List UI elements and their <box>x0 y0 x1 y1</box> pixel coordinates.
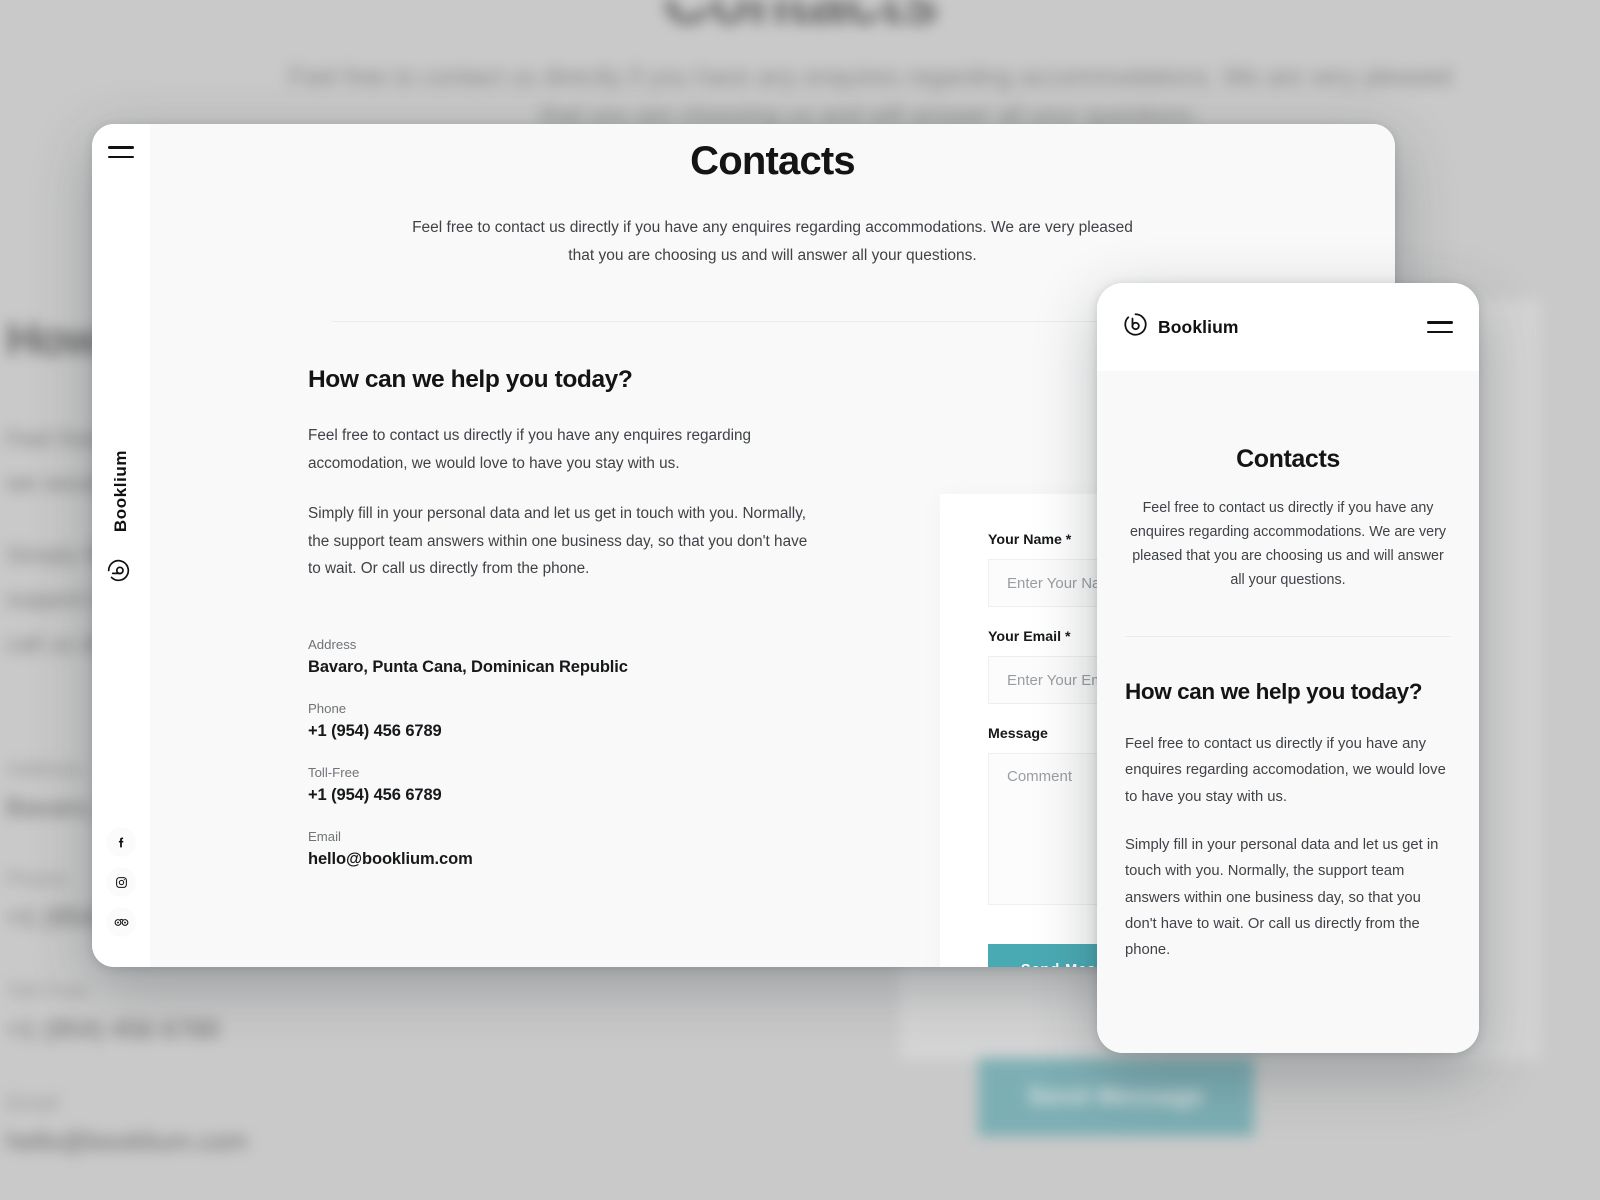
intro-paragraph-2: Simply fill in your personal data and le… <box>1125 837 1439 959</box>
section-heading: How can we help you today? <box>1125 679 1423 705</box>
intro-paragraph-1: Feel free to contact us directly if you … <box>308 427 752 472</box>
section-divider <box>332 321 1213 323</box>
contact-detail-email: Email hello@booklium.com <box>308 829 473 869</box>
booklium-b-circle-logo-icon[interactable] <box>107 559 136 583</box>
instagram-icon[interactable] <box>106 867 136 897</box>
intro-paragraph-2: Simply fill in your personal data and le… <box>308 504 808 578</box>
background-detail-email: Email hello@booklium.com <box>6 1092 248 1156</box>
contact-detail-address: Address Bavaro, Punta Cana, Dominican Re… <box>308 637 628 677</box>
page-title: Contacts <box>1236 445 1340 473</box>
page-title: Contacts <box>690 139 856 183</box>
brand-name: Booklium <box>1158 316 1239 337</box>
mobile-brand-block[interactable]: Booklium <box>1123 312 1239 342</box>
tablet-sidebar-rail: Booklium <box>92 124 150 967</box>
screenshot-stage: Contacts Feel free to contact us directl… <box>0 0 1600 1200</box>
background-send-message-button: Send Message <box>978 1058 1254 1136</box>
mobile-page-body: Contacts Feel free to contact us directl… <box>1097 371 1479 1053</box>
tablet-brand-block: Booklium <box>92 450 150 585</box>
contact-detail-phone: Phone +1 (954) 456 6789 <box>308 701 442 741</box>
tablet-social-links <box>92 827 150 937</box>
contact-detail-tollfree: Toll-Free +1 (954) 456 6789 <box>308 765 442 805</box>
hamburger-menu-icon[interactable] <box>1427 320 1453 334</box>
background-page-title: Contacts <box>662 0 938 37</box>
mobile-preview-card: Booklium Contacts Feel free to contact u… <box>1097 283 1479 1053</box>
page-subtitle: Feel free to contact us directly if you … <box>1129 500 1446 589</box>
brand-name-vertical: Booklium <box>111 449 130 533</box>
contact-info-column: How can we help you today? Feel free to … <box>308 366 848 893</box>
intro-paragraph-1: Feel free to contact us directly if you … <box>1125 736 1446 805</box>
booklium-b-circle-logo-icon <box>1123 312 1148 342</box>
tripadvisor-icon[interactable] <box>106 907 136 937</box>
background-detail-tollfree: Toll-Free +1 (954) 456 6789 <box>6 980 220 1044</box>
section-heading: How can we help you today? <box>308 366 633 394</box>
page-subtitle: Feel free to contact us directly if you … <box>412 219 1133 264</box>
mobile-header: Booklium <box>1097 283 1479 371</box>
section-divider <box>1125 636 1451 638</box>
hamburger-menu-icon[interactable] <box>108 146 134 159</box>
facebook-icon[interactable] <box>106 827 136 857</box>
contact-details-list: Address Bavaro, Punta Cana, Dominican Re… <box>308 637 848 869</box>
